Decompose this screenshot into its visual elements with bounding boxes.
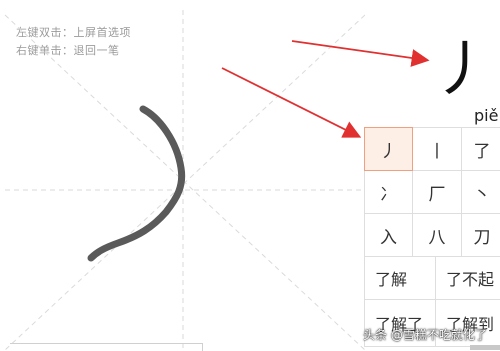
- candidate-cell[interactable]: 八: [412, 213, 462, 257]
- preview-character: 丿: [432, 35, 492, 105]
- candidate-row-3: 入 八 刀: [364, 213, 500, 257]
- handwritten-stroke: [87, 105, 186, 262]
- candidate-cell[interactable]: 丨: [412, 127, 462, 171]
- scrollbar[interactable]: [470, 345, 500, 350]
- phrase-cell[interactable]: 了不起: [435, 256, 500, 300]
- candidate-cell[interactable]: 刀: [461, 213, 500, 257]
- candidate-cell[interactable]: 入: [364, 213, 413, 257]
- preview-pinyin: piě: [474, 106, 499, 125]
- candidate-row-1: 丿 丨 了: [364, 127, 500, 171]
- candidate-cell[interactable]: 冫: [364, 170, 413, 214]
- phrase-cell[interactable]: 了解: [364, 256, 436, 300]
- candidate-cell[interactable]: 厂: [412, 170, 462, 214]
- watermark: 头条 @雪糕不吃就化了: [363, 328, 487, 342]
- phrase-row-1: 了解 了不起: [364, 256, 500, 300]
- candidate-cell[interactable]: 丿: [364, 127, 413, 171]
- handwriting-pad[interactable]: 左键双击：上屏首选项 右键单击：退回一笔: [0, 0, 366, 351]
- writing-canvas[interactable]: [0, 0, 365, 350]
- candidate-cell[interactable]: 丶: [461, 170, 500, 214]
- candidate-cell[interactable]: 了: [461, 127, 500, 171]
- candidate-row-2: 冫 厂 丶: [364, 170, 500, 214]
